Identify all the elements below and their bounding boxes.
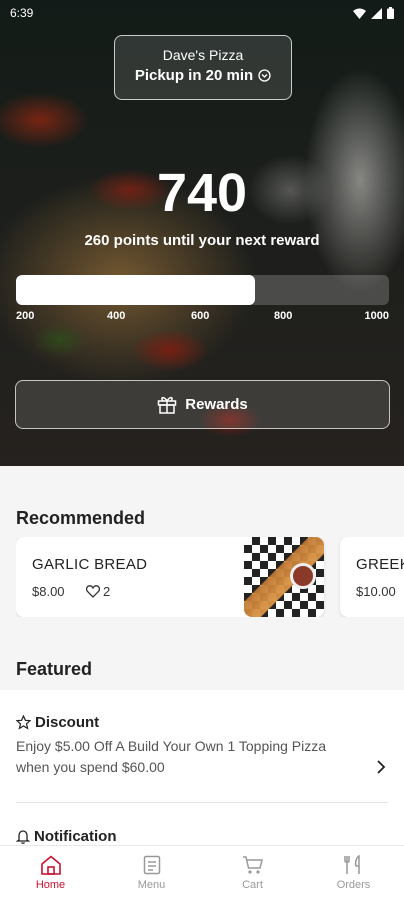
like-count: 2 [103,584,111,599]
store-pickup-selector[interactable]: Dave's Pizza Pickup in 20 min [114,35,292,100]
rewards-button-label: Rewards [185,396,248,413]
item-name: GARLIC BREAD [32,556,148,573]
item-price: $8.00 [32,584,65,599]
gift-icon [157,396,177,414]
featured-heading: Featured [16,659,93,679]
points-balance: 740 [156,163,248,223]
tick-label: 600 [191,310,210,322]
nav-menu-label: Menu [137,879,166,891]
tick-label: 200 [16,310,35,322]
featured-item-discount[interactable]: Discount Enjoy $5.00 Off A Build Your Ow… [16,714,388,778]
featured-item-title: Notification [34,828,117,845]
bell-icon [16,830,30,844]
heart-icon [86,585,100,598]
featured-list: Discount Enjoy $5.00 Off A Build Your Ow… [0,690,404,850]
star-icon [16,715,31,730]
tick-label: 800 [274,310,293,322]
recommended-card[interactable]: GREEK $10.00 [340,537,404,617]
nav-menu[interactable]: Menu [101,846,202,900]
tick-label: 400 [107,310,126,322]
store-name: Dave's Pizza [162,47,244,63]
points-until-reward: 260 points until your next reward [84,232,320,249]
status-bar: 6:39 [0,0,404,26]
nav-orders[interactable]: Orders [303,846,404,900]
nav-home[interactable]: Home [0,846,101,900]
item-price: $10.00 [356,584,396,599]
chevron-right-icon [377,760,386,774]
nav-cart-label: Cart [242,879,263,891]
signal-icon [371,7,382,19]
clock-icon [258,69,271,82]
wifi-icon [353,8,366,19]
battery-icon [387,7,394,19]
bottom-navigation: Home Menu Cart Orders [0,845,404,900]
hero-banner: 6:39 Dave's Pizza Pickup in 20 min 740 2… [0,0,404,466]
featured-item-notification[interactable]: Notification [16,828,388,845]
like-button[interactable]: 2 [86,584,110,599]
rewards-progress-fill [16,275,255,305]
pickup-time: Pickup in 20 min [134,67,254,84]
divider [16,802,388,803]
nav-home-label: Home [35,879,66,891]
cart-icon [242,856,263,874]
tick-label: 1000 [364,310,389,322]
orders-icon [343,855,360,874]
nav-cart[interactable]: Cart [202,846,303,900]
home-icon [40,855,61,875]
menu-icon [143,855,160,875]
recommended-card[interactable]: GARLIC BREAD $8.00 2 [16,537,324,617]
progress-ticks: 200 400 600 800 1000 [16,310,389,326]
recommended-carousel[interactable]: GARLIC BREAD $8.00 2 GREEK $10.00 [16,537,404,617]
recommended-heading: Recommended [16,508,146,528]
featured-item-description: Enjoy $5.00 Off A Build Your Own 1 Toppi… [16,738,327,775]
rewards-button[interactable]: Rewards [15,380,390,429]
garlic-bread-image [244,537,324,617]
rewards-progress-bar [16,275,389,305]
status-time: 6:39 [10,6,34,20]
nav-orders-label: Orders [336,879,371,891]
item-name: GREEK [356,556,404,573]
featured-item-title: Discount [35,714,100,731]
